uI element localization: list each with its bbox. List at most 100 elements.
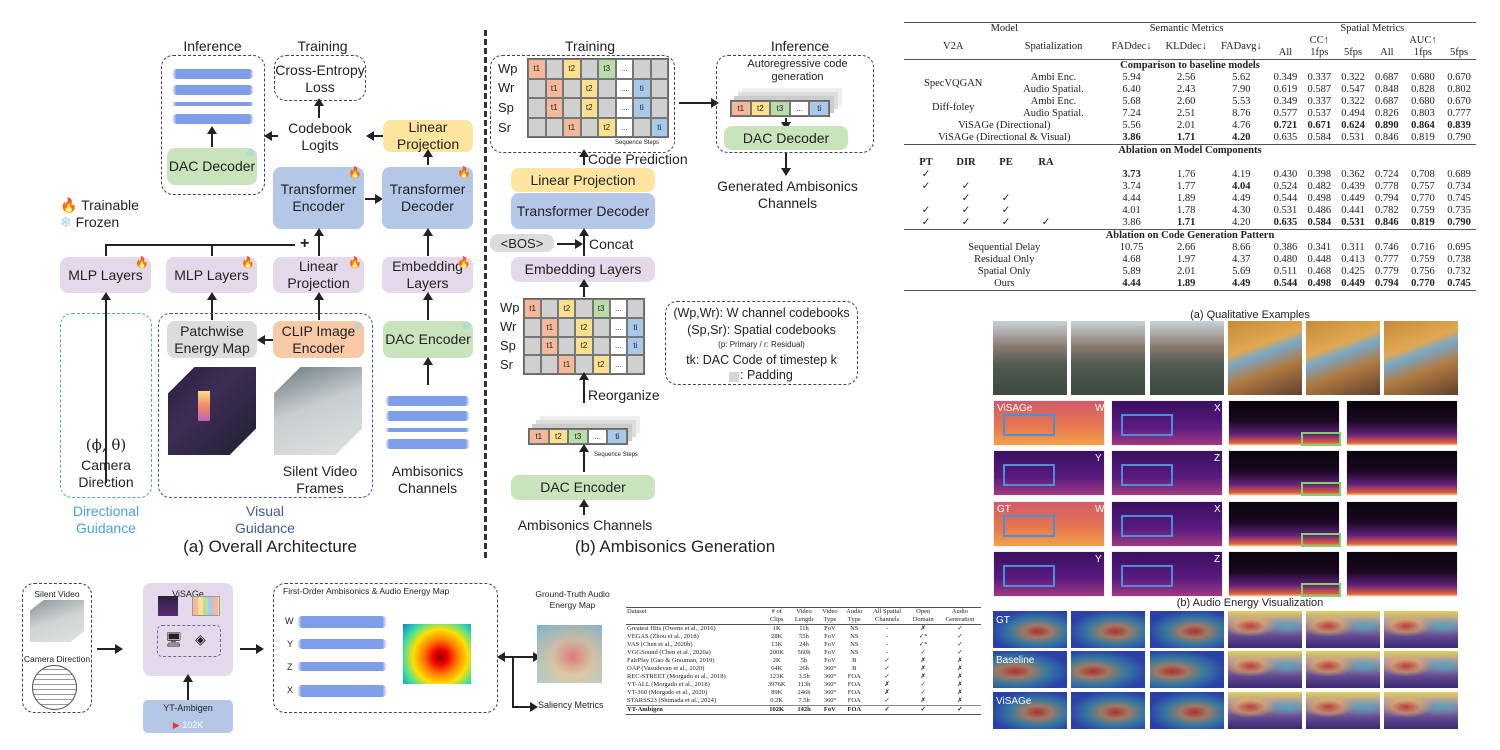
bos-token: <BOS> xyxy=(490,234,554,252)
autoregressive-label: Autoregressive code generation xyxy=(747,58,848,83)
energy-heatmap xyxy=(1384,651,1458,688)
dataset-cell: FoV xyxy=(824,657,836,664)
patchwise-energy-map-box: Patchwise Energy Map xyxy=(167,321,257,358)
code-cell: t2 xyxy=(598,117,616,137)
code-cell: t2 xyxy=(548,429,569,444)
metric-cell: 4.49 xyxy=(1232,193,1251,204)
code-cell: t1 xyxy=(545,98,563,118)
energy-map-frames-image xyxy=(168,367,256,455)
code-cell xyxy=(563,98,581,118)
dataset-cell: FOA xyxy=(847,681,861,688)
header-cc-all: All xyxy=(1278,47,1293,58)
metric-cell: 1.89 xyxy=(1177,193,1196,204)
metric-cell: 5.56 xyxy=(1122,120,1141,131)
code-prediction-label: Code Prediction xyxy=(588,151,688,167)
energy-heatmap xyxy=(1384,611,1458,648)
dataset-cell: NS xyxy=(850,649,859,656)
table-row: ✓ ✓ 4.44 1.89 4.49 0.544 0.498 0.449 0.794 0.770 0… xyxy=(904,193,1476,205)
dataset-cell: ✓ xyxy=(907,705,939,715)
code-cell xyxy=(528,98,546,118)
metric-cell: 7.24 xyxy=(1122,108,1141,119)
arrow xyxy=(781,118,791,130)
arrow xyxy=(423,228,433,256)
metric-cell: 0.745 xyxy=(1447,193,1471,204)
code-cell xyxy=(524,355,542,374)
table-row: ✓ ✓ ✓ 4.01 1.78 4.30 0.531 0.486 0.441 0.782 0.759… xyxy=(904,205,1476,217)
highlight-box-green xyxy=(1301,583,1341,597)
code-cell xyxy=(563,78,581,98)
header-cc-5fps: 5fps xyxy=(1344,47,1363,58)
dataset-cell: B xyxy=(852,657,857,664)
metric-cell: 0.498 xyxy=(1307,193,1332,204)
waveform-z xyxy=(297,662,387,671)
code-cell: t1 xyxy=(731,101,751,116)
qualitative-photo xyxy=(1306,321,1380,395)
code-cell: t2 xyxy=(575,317,593,337)
code-cell: t1 xyxy=(558,355,576,374)
ablation-header: PE xyxy=(999,157,1013,168)
metric-cell: 5.94 xyxy=(1122,72,1141,83)
code-cell: ... xyxy=(789,101,810,116)
header-model: Model xyxy=(990,23,1018,34)
code-cell xyxy=(650,59,668,79)
spatialization-name: Audio Spatial. xyxy=(1023,84,1084,95)
code-cell: t1 xyxy=(563,117,581,137)
energy-heatmap xyxy=(1071,692,1145,729)
ablation-checks: ✓ ✓ xyxy=(904,181,1105,193)
dataset-cell: 3.5h xyxy=(798,673,810,680)
metric-cell: 10.75 xyxy=(1119,242,1144,253)
header-auc-all: All xyxy=(1380,47,1394,58)
header-spatial: Spatial Metrics xyxy=(1340,23,1405,34)
dataset-cell: 89K xyxy=(771,689,783,696)
code-cell xyxy=(558,336,576,356)
code-cell xyxy=(528,78,546,98)
header-fad-dec: FADdec↓ xyxy=(1111,41,1152,52)
metric-cell: 0.341 xyxy=(1307,242,1332,253)
code-cell xyxy=(545,59,563,79)
dataset-name: REC-STREET (Morgado et al., 2018) xyxy=(627,673,726,680)
table-row: YT-ALL (Morgado et al., 2018) 3976K 113h 36… xyxy=(626,681,981,689)
fire-icon: 🔥 xyxy=(348,257,362,269)
dataset-cell: NS xyxy=(850,641,859,648)
energy-heatmap xyxy=(1306,651,1380,688)
energy-caption: (b) Audio Energy Visualization xyxy=(1176,597,1324,609)
dac-encoder-box: DAC Encoder ❄ xyxy=(383,321,473,358)
spatialization-name: Ambi Enc. xyxy=(1030,72,1077,83)
fire-icon: 🔥 xyxy=(60,197,78,213)
dataset-cell: 2K xyxy=(772,657,781,664)
energy-heatmap xyxy=(1150,692,1224,729)
arrow xyxy=(207,126,217,147)
dataset-cell: ✗ xyxy=(920,697,926,704)
metric-cell: 8.66 xyxy=(1232,242,1251,253)
dataset-cell: 26h xyxy=(799,665,809,672)
legend-trainable: 🔥 Trainable xyxy=(60,197,139,213)
dataset-header: Audio xyxy=(841,607,867,616)
arrow xyxy=(183,674,193,700)
metric-cell: 0.531 xyxy=(1273,205,1298,216)
model-name: ViSAGe (Directional & Visual) xyxy=(938,132,1071,143)
code-grid-thumbnail xyxy=(192,596,220,616)
code-cell xyxy=(650,98,668,118)
metric-cell: 0.794 xyxy=(1375,193,1399,204)
dataset-cell: FOA xyxy=(847,697,861,704)
metric-cell: 1.71 xyxy=(1177,132,1196,143)
code-cell: t2 xyxy=(563,59,581,79)
dataset-header: Audio xyxy=(938,607,981,616)
code-cell xyxy=(592,336,610,356)
camera-direction-label: Camera Direction xyxy=(78,457,134,490)
dataset-cell: 360° xyxy=(823,673,837,680)
row-label-sr: Sr xyxy=(498,120,511,135)
code-cell: t1 xyxy=(528,59,546,79)
model-name: ViSAGe (Directional) xyxy=(958,120,1051,131)
dataset-cell: FOA xyxy=(847,673,861,680)
dataset-cell: FOA xyxy=(841,705,867,715)
connector xyxy=(105,244,295,246)
section-divider xyxy=(484,30,487,558)
ground-truth-energy-map xyxy=(537,625,602,683)
dataset-header: Open xyxy=(907,607,939,616)
cross-entropy-loss: Cross-Entropy Loss xyxy=(275,62,365,95)
waveform xyxy=(172,102,254,106)
dataset-cell: FoV xyxy=(824,625,836,632)
metric-cell: 0.759 xyxy=(1411,254,1435,265)
check-mark: ✓ xyxy=(961,193,971,204)
